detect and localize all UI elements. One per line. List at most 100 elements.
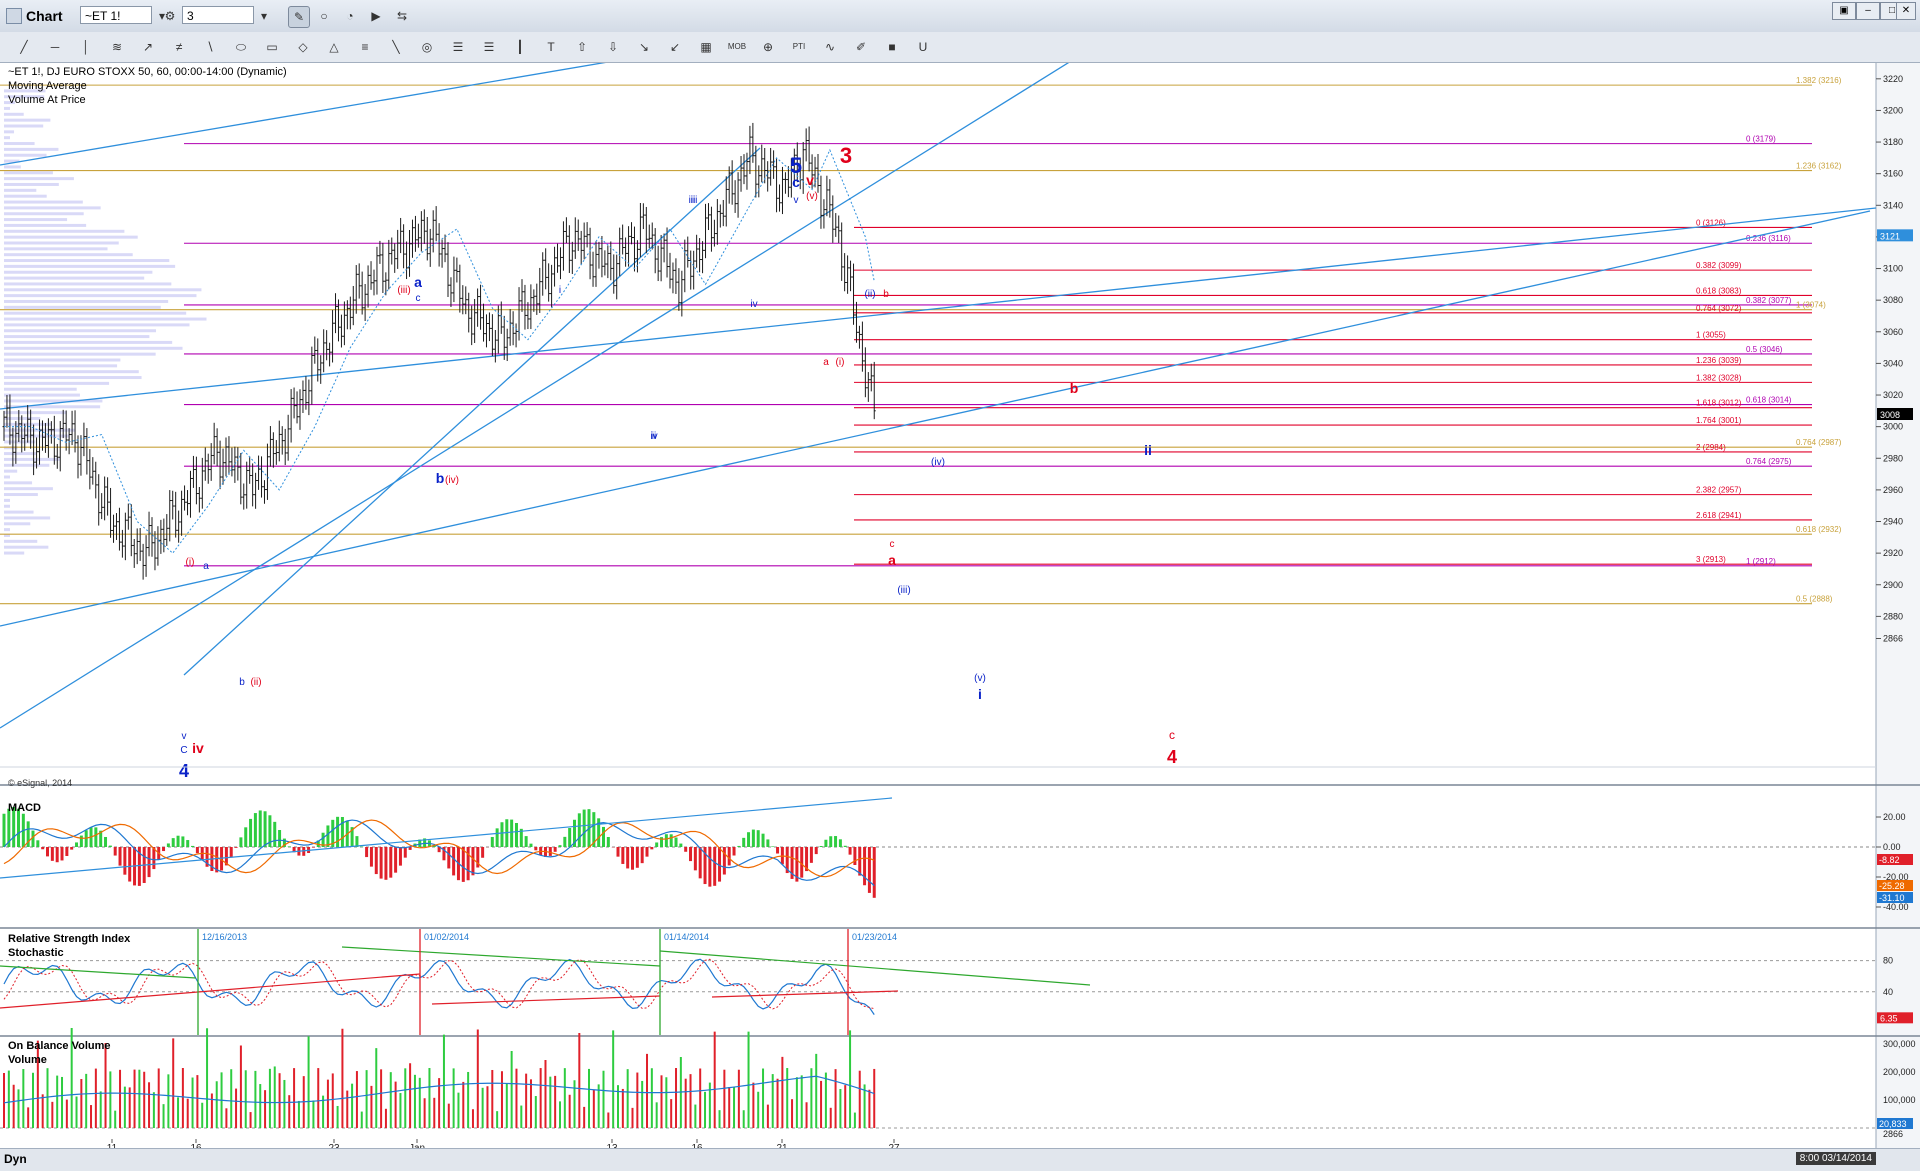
y-tick-label: 3080: [1883, 295, 1903, 305]
horizontal-line-tool-icon[interactable]: ─: [45, 38, 65, 56]
arrow-up-tool-icon[interactable]: ⇧: [572, 38, 592, 56]
ray-down-tool-icon[interactable]: ↘: [634, 38, 654, 56]
y-tick-label: 3220: [1883, 74, 1903, 84]
cursor-tool-icon[interactable]: U: [913, 38, 933, 56]
wave-label: (v): [806, 191, 818, 202]
vap-bar: [4, 171, 53, 175]
vap-bar: [4, 165, 21, 169]
fib-level-label: 2 (2984): [1696, 443, 1726, 452]
vap-bar: [4, 452, 37, 456]
ray-left-tool-icon[interactable]: ↙: [665, 38, 685, 56]
fib-level-label: 1.236 (3039): [1696, 356, 1742, 365]
vap-bar: [4, 381, 110, 385]
fib-level-label: 1.764 (3001): [1696, 416, 1742, 425]
trendline-tool-icon[interactable]: ╱: [14, 38, 34, 56]
wave-label: c: [890, 539, 895, 550]
minimize-button[interactable]: –: [1856, 2, 1880, 20]
bars-tool-icon[interactable]: ┃: [510, 38, 530, 56]
legend-ma: Moving Average: [8, 80, 87, 92]
arrow-down-tool-icon[interactable]: ⇩: [603, 38, 623, 56]
wave-label: 4: [1167, 747, 1177, 767]
y-tick-label: 3200: [1883, 105, 1903, 115]
fib-retrace-tool-icon[interactable]: ≡: [355, 38, 375, 56]
wave-label: b: [1070, 380, 1079, 396]
wave-tool-icon[interactable]: ∿: [820, 38, 840, 56]
parallel-tool-icon[interactable]: ≠: [169, 38, 189, 56]
block-tool-icon[interactable]: ■: [882, 38, 902, 56]
vap-bar: [4, 528, 10, 532]
vap-bar: [4, 352, 156, 356]
triangle-tool-icon[interactable]: △: [324, 38, 344, 56]
vap-bar: [4, 475, 10, 479]
vap-bar: [4, 206, 101, 210]
grid-tool-icon[interactable]: ▦: [696, 38, 716, 56]
draw-pencil-icon[interactable]: ✎: [288, 6, 310, 28]
y-tick-label: 3060: [1883, 327, 1903, 337]
vap-bar: [4, 188, 37, 192]
close-button[interactable]: ✕: [1896, 2, 1916, 20]
target-tool-icon[interactable]: ⊕: [758, 38, 778, 56]
timer-icon[interactable]: ◔: [340, 6, 360, 26]
play-icon[interactable]: ▶: [366, 6, 386, 26]
wave-label: 3: [840, 143, 852, 168]
y-tick-label: 2900: [1883, 580, 1903, 590]
fib-level-label: 0.382 (3099): [1696, 261, 1742, 270]
vap-bar: [4, 469, 18, 473]
wave-label: c: [1169, 728, 1175, 742]
circle-tool-icon[interactable]: ◎: [417, 38, 437, 56]
vap-bar: [4, 551, 25, 555]
pitchfork-tool-icon[interactable]: ⬭: [231, 38, 251, 56]
vertical-line-tool-icon[interactable]: │: [76, 38, 96, 56]
macd-value-label: -31.10: [1879, 893, 1905, 903]
wave-tool-tool-icon[interactable]: ≋: [107, 38, 127, 56]
symbol-input[interactable]: ~ET 1!: [80, 6, 152, 24]
rsi-tick-label: 80: [1883, 956, 1893, 966]
fib-level-label: 0.382 (3077): [1746, 296, 1792, 305]
wave-label: iii: [691, 195, 698, 206]
cursor-icon[interactable]: ○: [314, 6, 334, 26]
wave-label: c: [416, 293, 421, 304]
vap-bar: [4, 504, 10, 508]
fib-level-label: 0.618 (3083): [1696, 286, 1742, 295]
fib-fan-tool-icon[interactable]: ╲: [386, 38, 406, 56]
fib-level-label: 1.382 (3216): [1796, 76, 1842, 85]
vap-bar: [4, 335, 150, 339]
vap-bar: [4, 329, 157, 333]
y-tick-label: 3100: [1883, 264, 1903, 274]
vap-bar: [4, 317, 207, 321]
menu-alt-tool-icon[interactable]: ☰: [479, 38, 499, 56]
menu-tool-icon[interactable]: ☰: [448, 38, 468, 56]
vap-bar: [4, 481, 33, 485]
symbol-settings-icon[interactable]: ⚙: [160, 6, 180, 26]
diamond-tool-icon[interactable]: ◇: [293, 38, 313, 56]
text-tool-icon[interactable]: T: [541, 38, 561, 56]
vap-bar: [4, 393, 80, 397]
vap-bar: [4, 364, 118, 368]
mob-tool-icon[interactable]: MOB: [727, 38, 747, 56]
wave-label: 4: [179, 761, 189, 781]
wave-label: b: [436, 470, 445, 486]
fib-level-label: 0.5 (3046): [1746, 345, 1783, 354]
vap-bar: [4, 311, 187, 315]
regression-tool-icon[interactable]: ∖: [200, 38, 220, 56]
wave-label: (i): [836, 357, 845, 368]
pti-tool-icon[interactable]: PTI: [789, 38, 809, 56]
restore-window-button[interactable]: ▣: [1832, 2, 1856, 20]
chart-svg[interactable]: 1.382 (3216)0 (3179)1.236 (3162)0 (3126)…: [0, 42, 1920, 1154]
chart-area[interactable]: 1.382 (3216) 0 (3179) 1.236 (3162) 0 (3126)…: [0, 42, 1920, 1170]
fib-level-label: 0.764 (2987): [1796, 438, 1842, 447]
wave-label: b: [883, 289, 889, 300]
wave-label: iv: [192, 740, 204, 756]
wave-label: i: [978, 686, 982, 702]
interval-input[interactable]: 3: [182, 6, 254, 24]
pencil-tool-icon[interactable]: ✐: [851, 38, 871, 56]
fib-level-label: 2.382 (2957): [1696, 486, 1742, 495]
rectangle-tool-icon[interactable]: ▭: [262, 38, 282, 56]
arrow-line-tool-icon[interactable]: ↗: [138, 38, 158, 56]
vap-bar: [4, 200, 83, 204]
vap-bar: [4, 223, 87, 227]
interval-dropdown-icon[interactable]: ▾: [254, 6, 274, 26]
fib-level-label: 0.618 (2932): [1796, 525, 1842, 534]
vap-bar: [4, 147, 59, 151]
link-icon[interactable]: ⇆: [392, 6, 412, 26]
